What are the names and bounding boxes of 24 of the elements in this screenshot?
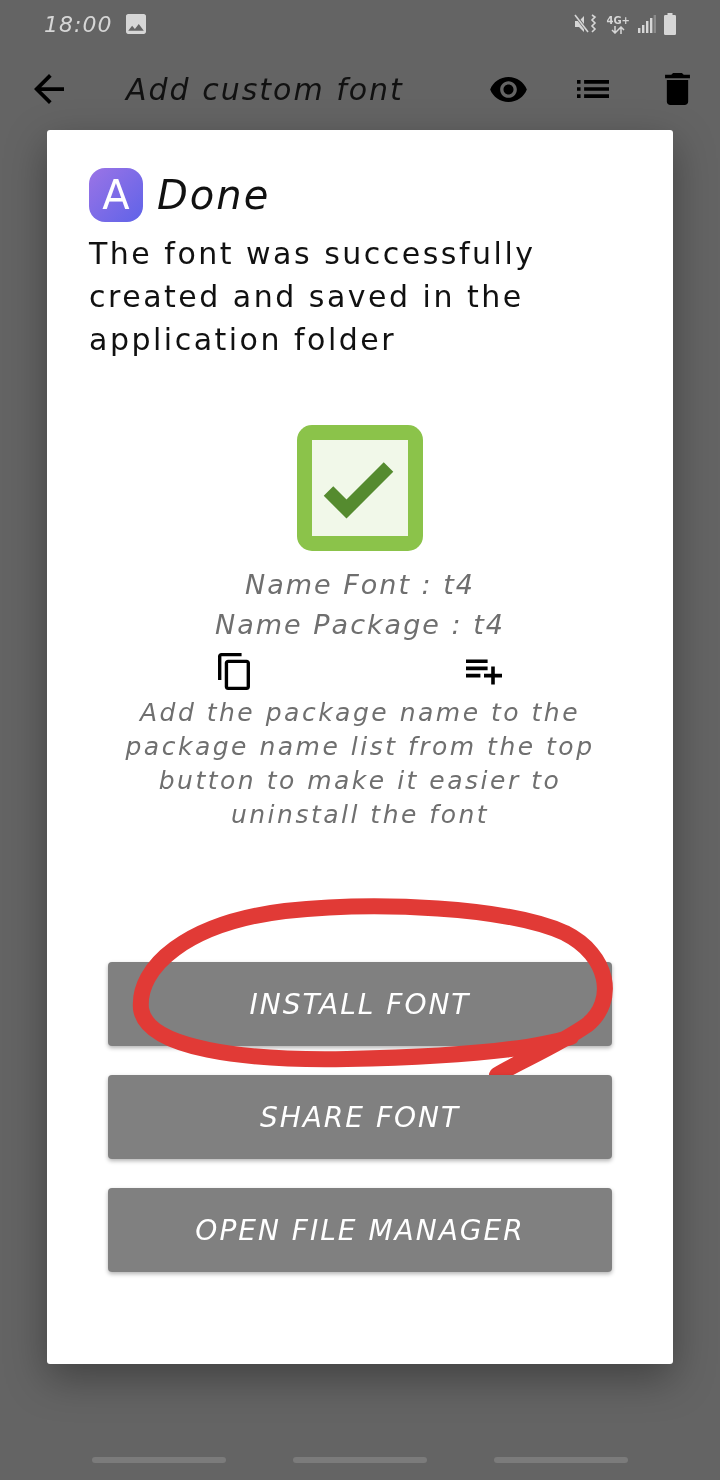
battery-icon: [664, 13, 676, 35]
network-type: 4G+: [606, 14, 630, 26]
checkbox-checked-icon: [297, 425, 423, 551]
signal-icon: [638, 15, 656, 33]
mute-vibrate-icon: [574, 14, 599, 34]
font-name-label: Name Font : t4: [245, 568, 475, 602]
trash-icon[interactable]: [665, 73, 690, 105]
playlist-add-icon: [466, 658, 502, 685]
eye-icon[interactable]: [490, 76, 527, 102]
hint-text: Add the package name to the package name list from the top button to make it easier to uninstall the font: [124, 697, 596, 831]
back-arrow-icon[interactable]: [34, 74, 64, 104]
package-name-label: Name Package : t4: [215, 608, 505, 642]
dialog-title: Done: [157, 172, 271, 218]
app-icon: A: [89, 168, 143, 222]
dialog-message: The font was successfully created and saved in the application folder: [89, 235, 537, 359]
image-icon: [126, 14, 147, 34]
data-arrows-icon: [611, 25, 626, 34]
dialog-button[interactable]: SHARE FONT: [108, 1075, 612, 1159]
dialog-button[interactable]: INSTALL FONT: [108, 962, 612, 1046]
copy-icon: [218, 653, 250, 690]
status-time: 18:00: [44, 11, 113, 37]
dialog-button[interactable]: OPEN FILE MANAGER: [108, 1188, 612, 1272]
list-icon[interactable]: [577, 80, 609, 98]
app-bar-title: Add custom font: [126, 71, 404, 107]
